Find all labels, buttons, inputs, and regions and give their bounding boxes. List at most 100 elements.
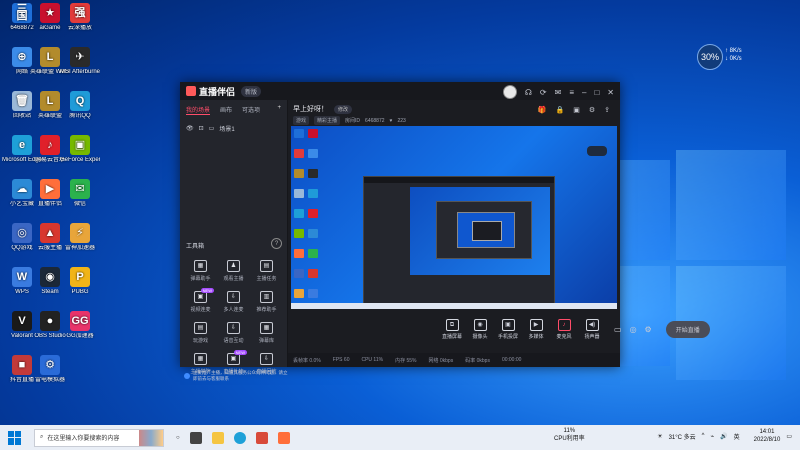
source-control[interactable]: ▶ 多媒体 — [522, 318, 550, 340]
notification-icon[interactable]: ▭ — [786, 433, 792, 440]
task-view-icon[interactable]: ○ — [176, 435, 180, 441]
eye-icon[interactable]: 👁 — [186, 125, 194, 132]
control-icon: ▣ — [501, 318, 515, 331]
video-icon[interactable]: ▭ — [614, 325, 622, 334]
maximize-icon[interactable]: □ — [594, 88, 599, 97]
menu-icon[interactable]: ≡ — [569, 88, 574, 97]
control-label: 扬声器 — [584, 333, 600, 340]
settings-gear-icon[interactable]: ⚙ — [645, 325, 652, 334]
desktop-icon[interactable]: GG GG加速器 — [60, 311, 100, 340]
subcategory-tag[interactable]: 精彩主播 — [314, 116, 341, 125]
user-avatar[interactable] — [502, 85, 517, 99]
source-control[interactable]: ♪ 麦克风 — [550, 318, 578, 340]
layout-icon[interactable]: ▣ — [573, 106, 580, 114]
taskbar-search[interactable]: ⌕ 在这里输入你要搜索的内容 — [34, 428, 164, 447]
gift-icon[interactable]: 🎁 — [538, 106, 547, 114]
toolbox-item[interactable]: ▦ 弹幕库 — [250, 322, 283, 344]
category-tag[interactable]: 游戏 — [293, 116, 310, 125]
desktop-icon-label: 云深播放 — [67, 25, 92, 31]
share-icon[interactable]: ⇪ — [604, 106, 610, 114]
app-icon: e — [12, 135, 32, 155]
toolbox-item[interactable]: ⇩ 语音互动 — [217, 322, 250, 344]
app-icon: ⚙ — [40, 355, 60, 375]
preview-mini-icon — [308, 229, 318, 238]
weather-icon: ☀ — [657, 433, 663, 440]
desktop-icon-label: GG加速器 — [66, 333, 94, 339]
clock[interactable]: 14:01 2022/8/10 — [754, 428, 781, 444]
settings-icon[interactable]: ⚙ — [589, 106, 595, 114]
app-icon: P — [70, 267, 90, 287]
toolbox-item[interactable]: ▤ 主播任务 — [250, 260, 283, 282]
notice-bar: 主要推广主播，知道其服务公众何种问题，请立即前去与客服联系 — [180, 367, 291, 385]
desktop-icon[interactable]: 强云深播放 — [60, 3, 100, 32]
mail-icon[interactable]: ✉ — [555, 88, 562, 97]
version-badge[interactable]: 新版 — [241, 85, 262, 97]
task-manager-icon[interactable] — [189, 431, 202, 444]
add-scene-icon[interactable]: + — [277, 105, 281, 115]
toolbox-item[interactable]: ▣ NEW 视频连麦 — [184, 288, 217, 313]
ime-indicator[interactable]: 英 — [734, 432, 740, 441]
preview-taskbar — [291, 303, 617, 309]
tab-my-scenes[interactable]: 我的场景 — [186, 105, 211, 115]
weather-text[interactable]: 31°C 多云 — [669, 432, 696, 441]
app-icon: ● — [40, 311, 60, 331]
network-speed-widget[interactable]: 30% ↑ 8K/s ↓ 0K/s — [697, 44, 745, 70]
desktop-icon[interactable]: Q 腾讯QQ — [60, 91, 100, 120]
edge-icon[interactable] — [233, 431, 246, 444]
live-preview[interactable] — [291, 126, 617, 309]
desktop-icon[interactable]: ✉ 微信 — [60, 179, 100, 208]
lock-icon[interactable]: 🔒 — [556, 106, 565, 114]
desktop-icon-label: 腾讯QQ — [69, 113, 91, 119]
control-label: 麦克风 — [556, 333, 572, 340]
toolbox-item[interactable]: ▦ 弹幕助手 — [184, 260, 217, 282]
scene-item[interactable]: 👁 ⊡ ▭ 场景1 — [180, 120, 287, 137]
preview-mini-icon — [294, 229, 304, 238]
toolbox-item[interactable]: ⇩ 多人连麦 — [217, 291, 250, 313]
control-icon: ◀) — [585, 318, 599, 331]
app-icon: L — [40, 47, 60, 67]
toolbox-item[interactable]: ▤ 玩游戏 — [184, 322, 217, 344]
close-icon[interactable]: ✕ — [607, 88, 614, 97]
start-button[interactable] — [8, 430, 22, 445]
source-control[interactable]: ⧉ 直播屏幕 — [438, 318, 466, 340]
toolbox-item[interactable]: ▥ 推荐助手 — [250, 291, 283, 313]
new-badge: NEW — [200, 288, 214, 293]
start-live-button[interactable]: 开始直播 — [665, 320, 710, 338]
tab-canvas[interactable]: 画布 — [220, 105, 232, 115]
desktop-icon[interactable]: ✈ MSI Afterburner — [60, 47, 100, 76]
desktop-icon[interactable]: ⚡ 雷神加速器 — [60, 223, 100, 252]
headset-icon[interactable]: ☊ — [525, 88, 532, 97]
toolbox-help-icon[interactable]: ? — [271, 238, 282, 249]
new-badge: NEW — [233, 350, 247, 355]
tab-options[interactable]: 可选项 — [242, 105, 260, 115]
info-icon — [184, 373, 190, 379]
source-control[interactable]: ◉ 摄像头 — [466, 318, 494, 340]
streaming-app-taskbar-icon[interactable] — [277, 431, 290, 444]
file-explorer-icon[interactable] — [211, 431, 224, 444]
control-label: 直播屏幕 — [441, 333, 462, 340]
tool-label: 语音互动 — [223, 338, 244, 344]
search-icon: ⌕ — [40, 434, 44, 440]
lock-icon[interactable]: ⊡ — [199, 125, 204, 132]
preview-desktop-icons — [294, 129, 330, 309]
minimize-icon[interactable]: – — [582, 88, 586, 97]
photos-icon[interactable] — [255, 431, 268, 444]
status-item: CPU 11% — [361, 357, 384, 363]
network-icon[interactable]: ⌁ — [711, 433, 715, 440]
volume-icon[interactable]: 🔊 — [720, 433, 727, 440]
source-control[interactable]: ◀) 扬声器 — [578, 318, 606, 340]
preview-mini-icon — [308, 289, 318, 298]
source-control[interactable]: ▣ 手机投屏 — [494, 318, 522, 340]
edit-title-button[interactable]: 修改 — [334, 104, 353, 114]
beauty-icon[interactable]: ◎ — [630, 325, 637, 334]
tool-label: 观看主播 — [223, 276, 244, 282]
toolbox-item[interactable]: ♟ 观看主播 — [217, 260, 250, 282]
refresh-icon[interactable]: ⟳ — [540, 88, 547, 97]
desktop-icon[interactable]: P PUBG — [60, 267, 100, 296]
desktop-icon[interactable]: ▣ GeForce Experience — [60, 135, 100, 164]
tray-chevron-icon[interactable]: ^ — [702, 433, 705, 439]
app-logo: 直播伴侣 — [186, 85, 235, 98]
pinned-apps: ○ — [176, 431, 290, 444]
app-icon: W — [12, 267, 32, 287]
desktop-icon[interactable]: ⚙ 雷电模拟器 — [30, 355, 70, 384]
